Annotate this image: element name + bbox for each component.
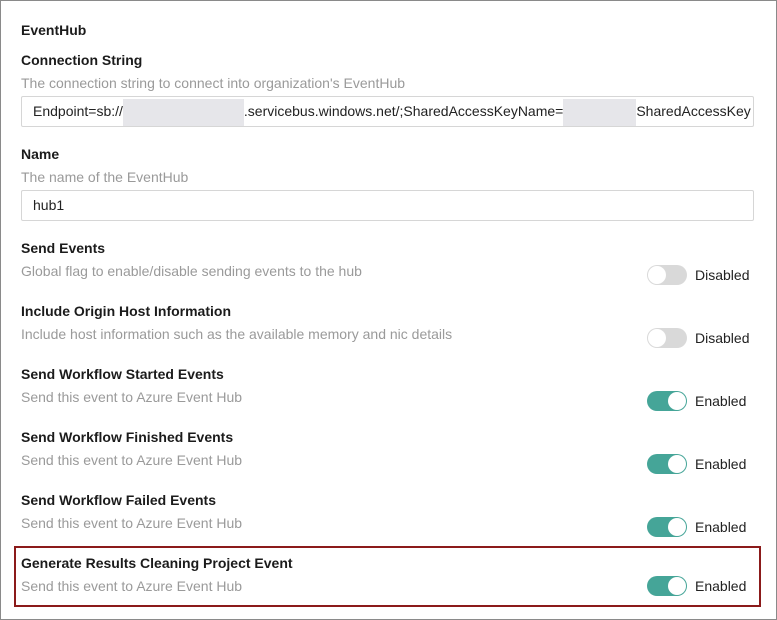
include-origin-host-information-label: Include Origin Host Information [21, 303, 231, 319]
name-label: Name [21, 146, 60, 162]
connection-string-prefix: Endpoint=sb:// [33, 103, 123, 119]
send-workflow-failed-events-toggle[interactable] [647, 517, 687, 537]
send-workflow-finished-events-label: Send Workflow Finished Events [21, 429, 234, 445]
connection-string-description: The connection string to connect into or… [21, 75, 406, 91]
send-workflow-finished-events-toggle[interactable] [647, 454, 687, 474]
send-workflow-started-events-state: Enabled [695, 393, 747, 409]
send-workflow-started-events-toggle[interactable] [647, 391, 687, 411]
send-events-toggle[interactable] [647, 265, 687, 285]
name-input[interactable]: hub1 [21, 190, 754, 221]
include-origin-host-information-toggle[interactable] [647, 328, 687, 348]
send-workflow-failed-events-state: Enabled [695, 519, 747, 535]
send-workflow-finished-events-state: Enabled [695, 456, 747, 472]
connection-string-label: Connection String [21, 52, 143, 68]
connection-string-middle: .servicebus.windows.net/;SharedAccessKey… [243, 103, 564, 119]
redacted-key-name [563, 98, 637, 126]
send-events-description: Global flag to enable/disable sending ev… [21, 263, 362, 279]
connection-string-input[interactable]: Endpoint=sb:// .servicebus.windows.net/;S… [21, 96, 754, 127]
name-description: The name of the EventHub [21, 169, 189, 185]
send-events-label: Send Events [21, 240, 106, 256]
highlight-box [14, 546, 761, 607]
redacted-namespace [122, 98, 244, 126]
connection-string-suffix: SharedAccessKey [636, 103, 751, 119]
toggle-knob [648, 266, 666, 284]
send-events-state: Disabled [695, 267, 750, 283]
send-workflow-started-events-label: Send Workflow Started Events [21, 366, 224, 382]
section-title: EventHub [21, 22, 87, 38]
toggle-knob [668, 392, 686, 410]
send-workflow-failed-events-label: Send Workflow Failed Events [21, 492, 217, 508]
send-workflow-finished-events-description: Send this event to Azure Event Hub [21, 452, 243, 468]
include-origin-host-information-state: Disabled [695, 330, 750, 346]
toggle-knob [668, 518, 686, 536]
send-workflow-failed-events-description: Send this event to Azure Event Hub [21, 515, 243, 531]
send-workflow-started-events-description: Send this event to Azure Event Hub [21, 389, 243, 405]
toggle-knob [648, 329, 666, 347]
include-origin-host-information-description: Include host information such as the ava… [21, 326, 453, 342]
toggle-knob [668, 455, 686, 473]
